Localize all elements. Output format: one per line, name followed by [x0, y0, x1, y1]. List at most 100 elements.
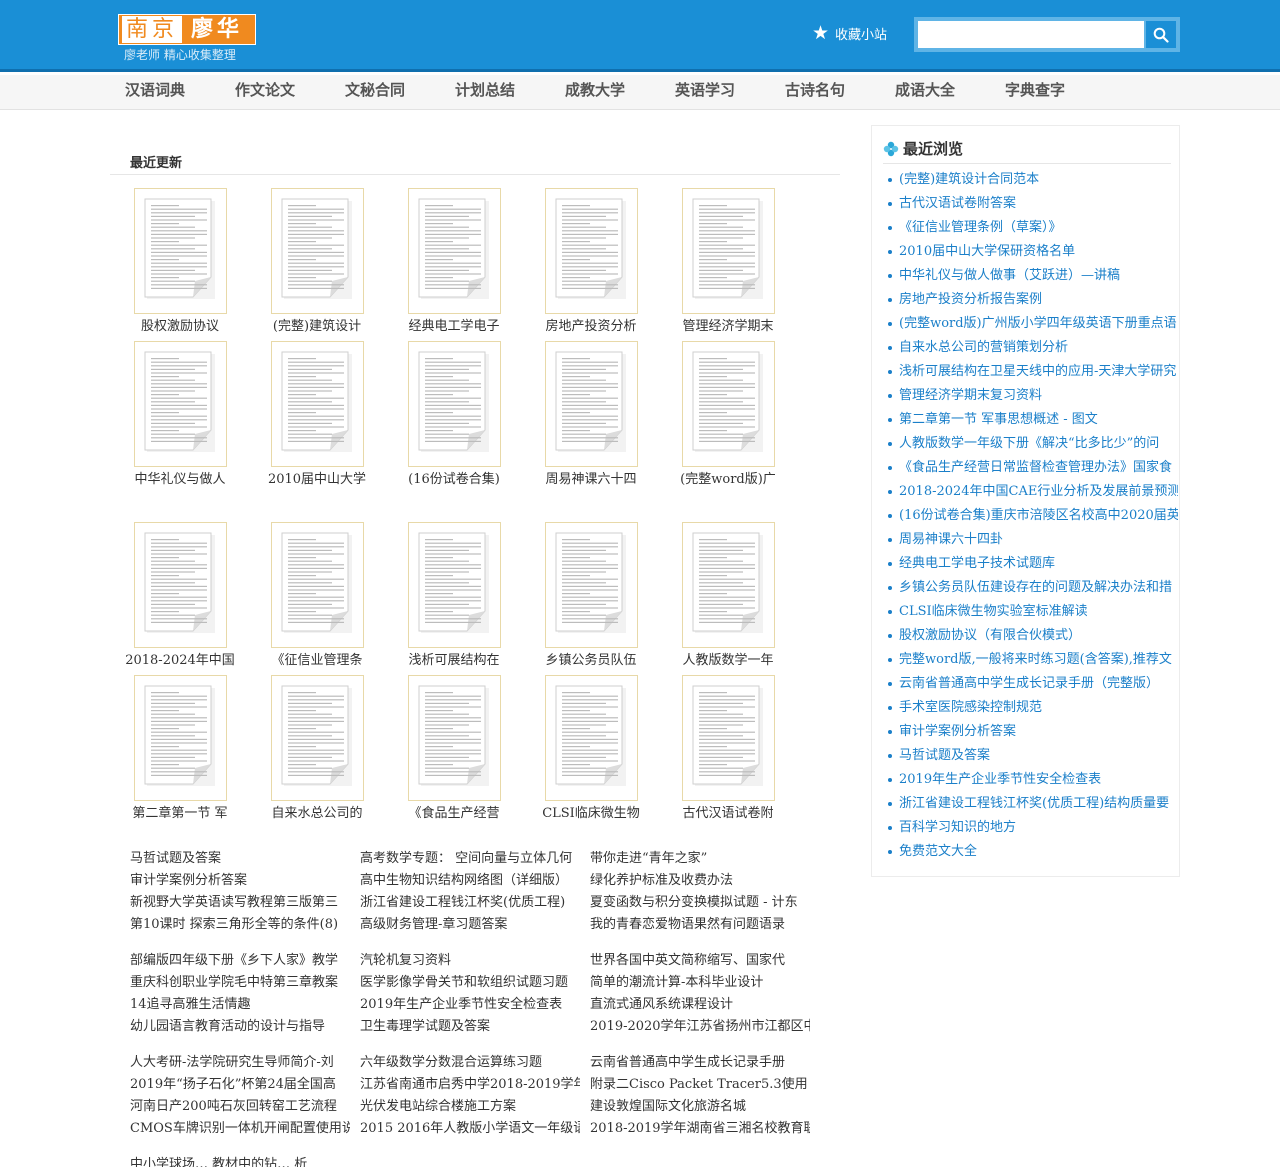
document-link[interactable]: 部编版四年级下册《乡下人家》教学: [130, 950, 350, 972]
recent-browse-item[interactable]: 2019年生产企业季节性安全检查表: [888, 768, 1178, 792]
recent-browse-item[interactable]: 第二章第一节 军事思想概述 - 图文: [888, 408, 1178, 432]
document-thumbnail[interactable]: [682, 341, 775, 467]
document-title[interactable]: 人教版数学一年: [658, 649, 798, 668]
document-link[interactable]: 审计学案例分析答案: [130, 870, 350, 892]
nav-item[interactable]: 成语大全: [895, 75, 1005, 110]
document-title[interactable]: (完整word版)广: [658, 468, 798, 487]
document-link[interactable]: 卫生毒理学试题及答案: [360, 1016, 580, 1038]
document-title[interactable]: 管理经济学期末: [658, 315, 798, 334]
search-input[interactable]: [918, 21, 1144, 48]
document-card[interactable]: 经典电工学电子: [384, 188, 501, 338]
document-title[interactable]: 第二章第一节 军: [110, 802, 250, 821]
nav-item[interactable]: 字典查字: [1005, 75, 1115, 110]
recent-browse-item[interactable]: (完整)建筑设计合同范本: [888, 168, 1178, 192]
document-card[interactable]: 人教版数学一年: [658, 522, 775, 672]
document-title[interactable]: 2018-2024年中国: [110, 649, 250, 668]
document-title[interactable]: 股权激励协议: [110, 315, 250, 334]
document-link[interactable]: 新视野大学英语读写教程第三版第三: [130, 892, 350, 914]
document-link[interactable]: 我的青春恋爱物语果然有问题语录: [590, 914, 810, 936]
document-link[interactable]: 14追寻高雅生活情趣: [130, 994, 350, 1016]
document-thumbnail[interactable]: [408, 341, 501, 467]
document-link[interactable]: 世界各国中英文简称缩写、国家代: [590, 950, 810, 972]
document-card[interactable]: 2010届中山大学: [247, 341, 366, 491]
document-link[interactable]: 高级财务管理-章习题答案: [360, 914, 580, 936]
document-card[interactable]: 管理经济学期末: [658, 188, 775, 338]
nav-item[interactable]: 古诗名句: [785, 75, 895, 110]
document-thumbnail[interactable]: [682, 188, 775, 314]
recent-browse-item[interactable]: 手术室医院感染控制规范: [888, 696, 1178, 720]
document-link[interactable]: 2019年“扬子石化”杯第24届全国高: [130, 1074, 350, 1096]
document-link[interactable]: 幼儿园语言教育活动的设计与指导: [130, 1016, 350, 1038]
document-card[interactable]: 房地产投资分析: [521, 188, 638, 338]
document-title[interactable]: 自来水总公司的: [247, 802, 387, 821]
document-card[interactable]: 第二章第一节 军: [110, 675, 228, 825]
document-card[interactable]: 股权激励协议: [110, 188, 227, 338]
document-thumbnail[interactable]: [134, 522, 227, 648]
recent-browse-item[interactable]: 2010届中山大学保研资格名单: [888, 240, 1178, 264]
recent-browse-item[interactable]: 周易神课六十四卦: [888, 528, 1178, 552]
nav-item[interactable]: 计划总结: [455, 75, 565, 110]
document-title[interactable]: 古代汉语试卷附: [658, 802, 798, 821]
document-thumbnail[interactable]: [134, 675, 227, 801]
document-thumbnail[interactable]: [545, 675, 638, 801]
document-card[interactable]: 周易神课六十四: [521, 341, 638, 491]
document-title[interactable]: (16份试卷合集): [384, 468, 524, 487]
document-card[interactable]: 浅析可展结构在: [384, 522, 501, 672]
document-card[interactable]: 2018-2024年中国: [110, 522, 235, 672]
document-link[interactable]: 第10课时 探索三角形全等的条件(8): [130, 914, 350, 936]
document-link[interactable]: 中小学球场… 教材中的钻… 析: [130, 1154, 350, 1167]
document-link[interactable]: 云南省普通高中学生成长记录手册: [590, 1052, 810, 1074]
document-title[interactable]: 周易神课六十四: [521, 468, 661, 487]
document-card[interactable]: 《食品生产经营: [384, 675, 501, 825]
document-thumbnail[interactable]: [408, 188, 501, 314]
recent-browse-item[interactable]: 中华礼仪与做人做事（艾跃进）—讲稿: [888, 264, 1178, 288]
favorite-link[interactable]: ★ 收藏小站: [812, 24, 887, 44]
document-card[interactable]: (完整word版)广: [658, 341, 776, 491]
document-link[interactable]: 建设敦煌国际文化旅游名城: [590, 1096, 810, 1118]
document-link[interactable]: 2019-2020学年江苏省扬州市江都区中: [590, 1016, 810, 1038]
recent-browse-item[interactable]: 2018-2024年中国CAE行业分析及发展前景预测报: [888, 480, 1178, 504]
nav-item[interactable]: 文秘合同: [345, 75, 455, 110]
document-link[interactable]: 简单的潮流计算-本科毕业设计: [590, 972, 810, 994]
document-link[interactable]: CMOS车牌识别一体机开闸配置使用说: [130, 1118, 350, 1140]
document-link[interactable]: 高考数学专题： 空间向量与立体几何: [360, 848, 580, 870]
document-thumbnail[interactable]: [134, 188, 227, 314]
recent-browse-item[interactable]: (完整word版)广州版小学四年级英语下册重点语: [888, 312, 1178, 336]
document-link[interactable]: 六年级数学分数混合运算练习题: [360, 1052, 580, 1074]
recent-browse-item[interactable]: 房地产投资分析报告案例: [888, 288, 1178, 312]
recent-browse-item[interactable]: CLSI临床微生物实验室标准解读: [888, 600, 1178, 624]
nav-item[interactable]: 成教大学: [565, 75, 675, 110]
document-thumbnail[interactable]: [545, 341, 638, 467]
recent-browse-item[interactable]: 百科学习知识的地方: [888, 816, 1178, 840]
search-button[interactable]: [1146, 21, 1176, 48]
document-link[interactable]: 高中生物知识结构网络图（详细版）: [360, 870, 580, 892]
document-link[interactable]: 光伏发电站综合楼施工方案: [360, 1096, 580, 1118]
document-title[interactable]: (完整)建筑设计: [247, 315, 387, 334]
document-link[interactable]: 2015 2016年人教版小学语文一年级语: [360, 1118, 580, 1140]
document-thumbnail[interactable]: [271, 188, 364, 314]
document-link[interactable]: 浙江省建设工程钱江杯奖(优质工程): [360, 892, 580, 914]
document-title[interactable]: 房地产投资分析: [521, 315, 661, 334]
recent-browse-item[interactable]: 人教版数学一年级下册《解决“比多比少”的问: [888, 432, 1178, 456]
document-card[interactable]: (完整)建筑设计: [247, 188, 364, 338]
nav-item[interactable]: 英语学习: [675, 75, 785, 110]
document-thumbnail[interactable]: [682, 522, 775, 648]
recent-browse-item[interactable]: 《征信业管理条例（草案）》: [888, 216, 1178, 240]
document-link[interactable]: 夏变函数与积分变换模拟试题 - 计东: [590, 892, 810, 914]
document-link[interactable]: 汽轮机复习资料: [360, 950, 580, 972]
document-card[interactable]: 中华礼仪与做人: [110, 341, 227, 491]
document-thumbnail[interactable]: [271, 341, 364, 467]
document-link[interactable]: 河南日产200吨石灰回转窑工艺流程: [130, 1096, 350, 1118]
recent-browse-item[interactable]: 古代汉语试卷附答案: [888, 192, 1178, 216]
document-thumbnail[interactable]: [545, 188, 638, 314]
document-thumbnail[interactable]: [682, 675, 775, 801]
document-card[interactable]: 《征信业管理条: [247, 522, 364, 672]
nav-item[interactable]: 汉语词典: [125, 75, 235, 110]
document-card[interactable]: (16份试卷合集): [384, 341, 501, 491]
nav-item[interactable]: 作文论文: [235, 75, 345, 110]
recent-browse-item[interactable]: 管理经济学期末复习资料: [888, 384, 1178, 408]
document-thumbnail[interactable]: [408, 522, 501, 648]
recent-browse-item[interactable]: 免费范文大全: [888, 840, 1178, 864]
document-title[interactable]: 2010届中山大学: [247, 468, 387, 487]
document-link[interactable]: 绿化养护标准及收费办法: [590, 870, 810, 892]
